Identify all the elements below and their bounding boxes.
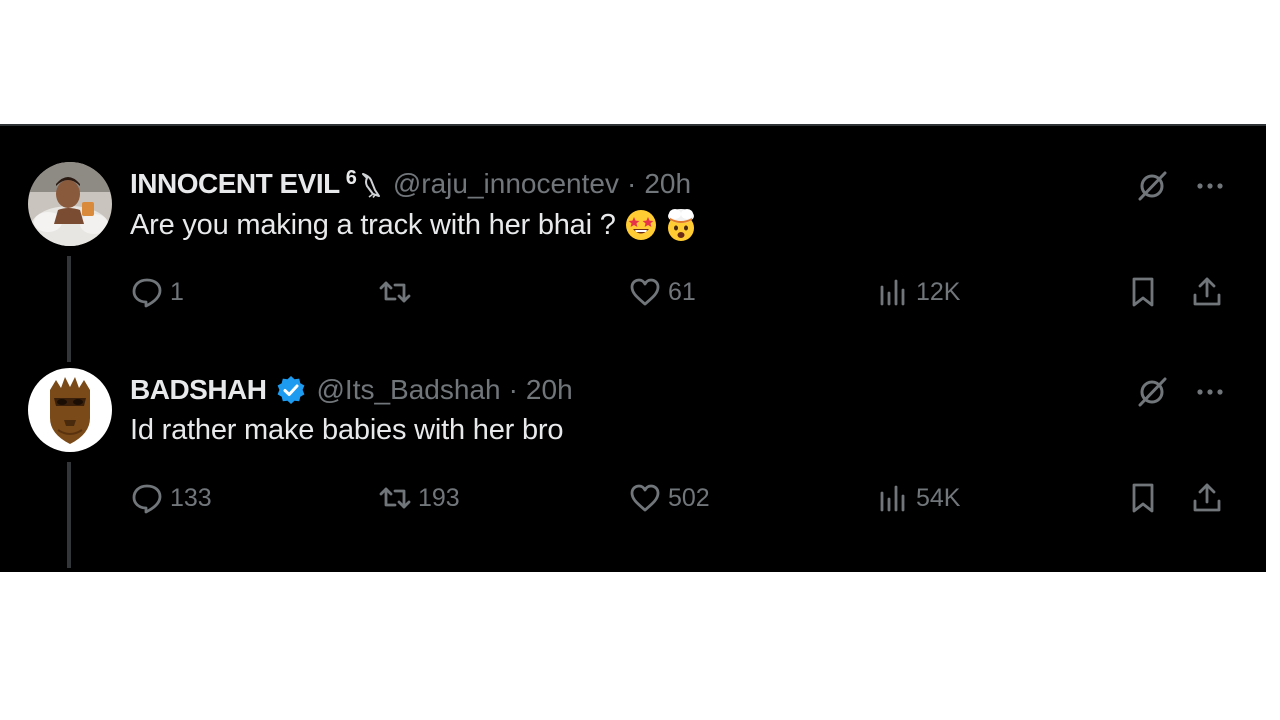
tweet-header: BADSHAH @Its_Badshah · 20h [130,372,573,408]
heart-icon [628,275,662,309]
bookmark-icon [1126,275,1160,309]
user-handle[interactable]: @raju_innocentev [393,168,619,200]
star-struck-emoji-icon [624,208,658,242]
bookmark-icon [1126,481,1160,515]
like-button[interactable]: 502 [628,474,710,522]
reply-button[interactable]: 133 [130,474,212,522]
separator-dot: · [626,168,637,199]
superscript-badge: 6 [345,166,357,189]
tweet-header: INNOCENT EVIL 6 @raju_innocentev · 20h [130,166,691,202]
separator-dot: · [508,374,518,405]
user-handle[interactable]: @Its_Badshah [317,374,501,406]
views-button[interactable]: 54K [876,474,960,522]
share-button[interactable] [1190,268,1224,316]
reply-count: 133 [170,483,212,512]
verified-badge-icon [275,374,307,406]
owl-emoji-icon [359,170,383,198]
repost-button[interactable]: 193 [378,474,460,522]
exploding-head-emoji-icon [664,208,698,242]
avatar[interactable] [28,162,112,246]
display-name[interactable]: BADSHAH [130,374,267,406]
action-bar: 1 61 12K [0,268,1266,316]
share-icon [1190,481,1224,515]
share-icon [1190,275,1224,309]
tweet[interactable]: BADSHAH @Its_Badshah · 20h Id rather mak… [0,364,1266,571]
reply-thread-panel: INNOCENT EVIL 6 @raju_innocentev · 20h A… [0,124,1266,572]
tweet-text: Id rather make babies with her bro [130,414,563,447]
bookmark-button[interactable] [1126,268,1160,316]
views-count: 54K [916,483,961,512]
like-count: 502 [668,483,710,512]
timestamp[interactable]: 20h [644,168,691,200]
reply-icon [130,275,164,309]
tweet-text: Are you making a track with her bhai ? [130,208,698,242]
avatar[interactable] [28,368,112,452]
grok-slash-icon[interactable] [1134,168,1170,204]
bookmark-button[interactable] [1126,474,1160,522]
timestamp[interactable]: 20h [526,374,573,406]
share-button[interactable] [1190,474,1224,522]
heart-icon [628,481,662,515]
like-button[interactable]: 61 [628,268,696,316]
repost-icon [378,275,412,309]
reply-button[interactable]: 1 [130,268,184,316]
grok-slash-icon[interactable] [1134,374,1170,410]
repost-icon [378,481,412,515]
more-options-icon[interactable] [1190,168,1230,204]
views-count: 12K [916,277,961,306]
reply-icon [130,481,164,515]
like-count: 61 [668,277,696,306]
more-options-icon[interactable] [1190,374,1230,410]
views-chart-icon [876,481,910,515]
tweet-text-content: Id rather make babies with her bro [130,414,564,446]
repost-count: 193 [418,483,460,512]
reply-count: 1 [170,277,184,306]
display-name[interactable]: INNOCENT EVIL [130,168,340,200]
views-button[interactable]: 12K [876,268,960,316]
views-chart-icon [876,275,910,309]
repost-button[interactable] [378,268,418,316]
action-bar: 133 193 502 54K [0,474,1266,522]
tweet-text-content: Are you making a track with her bhai ? [130,208,616,241]
tweet[interactable]: INNOCENT EVIL 6 @raju_innocentev · 20h A… [0,158,1266,365]
